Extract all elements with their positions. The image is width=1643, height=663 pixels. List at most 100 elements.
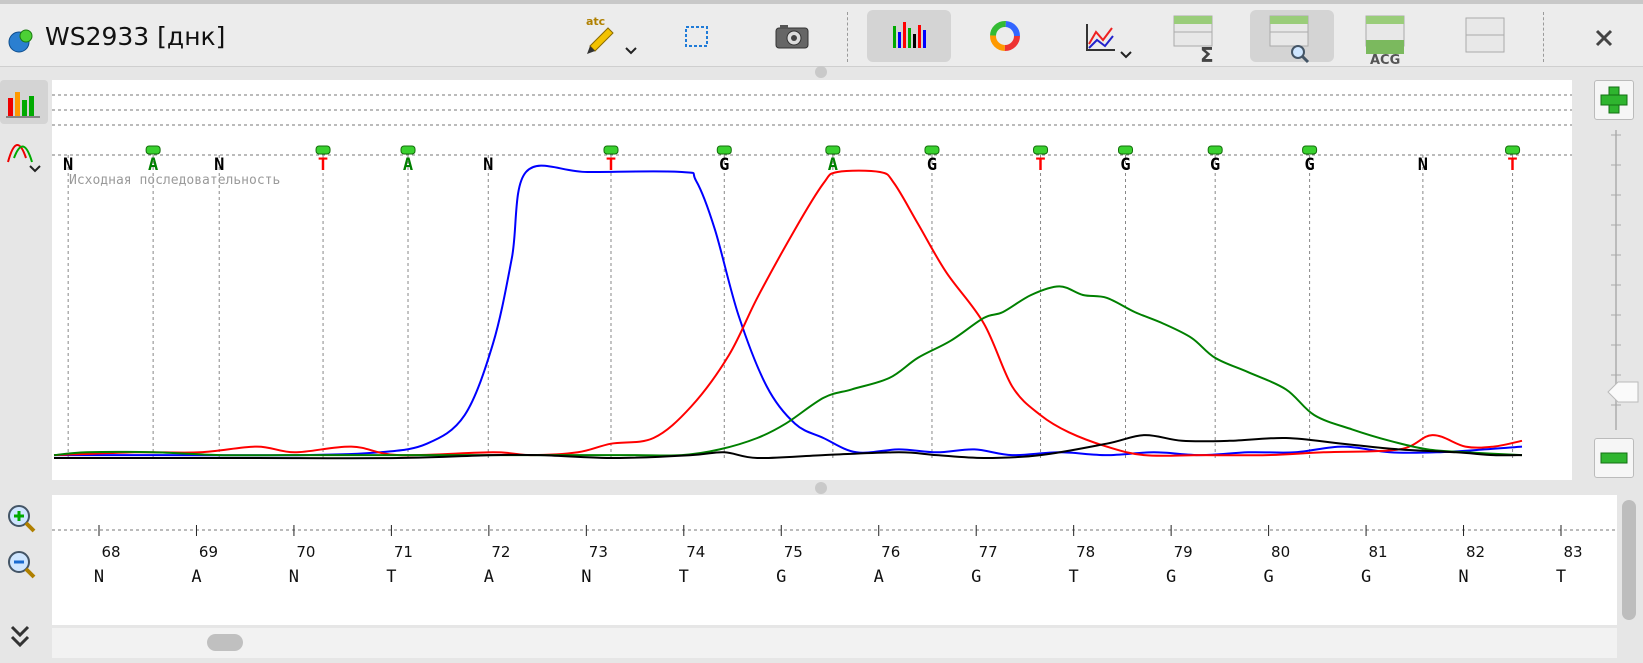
called-base-label[interactable]: T	[1507, 155, 1517, 175]
base-quality-marker[interactable]	[825, 145, 841, 155]
base-quality-marker[interactable]	[1505, 145, 1521, 155]
ruler-position-label: 77	[979, 543, 998, 561]
called-base-label[interactable]: N	[214, 155, 224, 175]
horizontal-scrollbar[interactable]	[52, 628, 1617, 658]
sequence-base-label[interactable]: G	[971, 567, 981, 587]
trace-caption: Исходная последовательность	[69, 173, 280, 188]
sequence-ruler-panel[interactable]: 68 N 69 A 70 N 71 T 72 A 73 N 74 T 75 G 76 A 77 G 78 T 79 G 80 G 8…	[52, 495, 1617, 625]
sequence-base-label[interactable]: G	[1263, 567, 1273, 587]
base-quality-marker[interactable]	[1207, 145, 1223, 155]
chart-icon	[1086, 24, 1132, 59]
sequence-base-label[interactable]: T	[679, 567, 689, 587]
sequence-base-label[interactable]: N	[94, 567, 104, 587]
magnify-panel-icon	[1269, 15, 1310, 64]
add-trace-button[interactable]	[1594, 80, 1634, 120]
panel-resize-handle[interactable]	[815, 66, 827, 78]
bars-view-button[interactable]	[0, 80, 48, 124]
base-quality-marker[interactable]	[924, 145, 940, 155]
zoom-in-button[interactable]	[2, 500, 46, 540]
called-base-label[interactable]: N	[483, 155, 493, 175]
called-base-label[interactable]: A	[148, 155, 158, 175]
called-base-label[interactable]: T	[1035, 155, 1045, 175]
select-region-button[interactable]	[672, 10, 722, 62]
double-chevron-down-icon	[10, 625, 30, 648]
called-bases: NANTANTGAGTGGGNT	[63, 145, 1521, 175]
zoom-out-button[interactable]	[2, 546, 46, 586]
sequence-base-label[interactable]: T	[1556, 567, 1566, 587]
graph-options-button[interactable]	[1077, 10, 1141, 62]
called-base-label[interactable]: N	[1418, 155, 1428, 175]
ruler-position-label: 82	[1466, 543, 1485, 561]
curve-view-button[interactable]	[0, 132, 48, 176]
color-wheel-button[interactable]	[975, 10, 1035, 62]
sequence-base-label[interactable]: A	[191, 567, 201, 587]
base-quality-marker[interactable]	[1302, 145, 1318, 155]
called-base-label[interactable]: G	[1210, 155, 1220, 175]
called-base-label[interactable]: G	[927, 155, 937, 175]
base-quality-marker[interactable]	[1117, 145, 1133, 155]
remove-trace-button[interactable]	[1594, 438, 1634, 478]
base-quality-marker[interactable]	[315, 145, 331, 155]
chromatogram-view-button[interactable]	[867, 10, 951, 62]
ruler-position-label: 71	[394, 543, 413, 561]
ruler-position-label: 74	[686, 543, 705, 561]
called-base-label[interactable]: T	[606, 155, 616, 175]
sequence-base-label[interactable]: A	[484, 567, 494, 587]
sequence-base-label[interactable]: G	[1166, 567, 1176, 587]
sequence-base-label[interactable]: N	[1458, 567, 1468, 587]
window-title: WS2933 [днк]	[45, 22, 226, 51]
dashed-guides	[52, 94, 1572, 156]
called-base-label[interactable]: G	[719, 155, 729, 175]
ruler-position-label: 69	[199, 543, 218, 561]
base-quality-marker[interactable]	[603, 145, 619, 155]
horizontal-scroll-thumb[interactable]	[207, 634, 243, 651]
zoom-in-icon	[8, 505, 36, 533]
called-base-label[interactable]: A	[828, 155, 838, 175]
panel-resize-handle[interactable]	[815, 482, 827, 494]
zoom-panel-button[interactable]	[1250, 10, 1334, 64]
acg-panel-button[interactable]: ACG	[1360, 10, 1420, 68]
ruler-position-label: 75	[784, 543, 803, 561]
vertical-scroll-thumb[interactable]	[1622, 500, 1636, 620]
base-quality-marker[interactable]	[145, 145, 161, 155]
sequence-base-label[interactable]: G	[1361, 567, 1371, 587]
pencil-atc-icon: atc	[586, 15, 637, 55]
called-base-label[interactable]: N	[63, 155, 73, 175]
annotate-button[interactable]: atc	[578, 10, 642, 62]
ruler-position-label: 80	[1271, 543, 1290, 561]
sequence-base-label[interactable]: A	[874, 567, 884, 587]
ruler-position-label: 81	[1369, 543, 1388, 561]
sequence-base-label[interactable]: T	[386, 567, 396, 587]
svg-text:Σ: Σ	[1200, 43, 1214, 66]
sequence-base-label[interactable]: T	[1069, 567, 1079, 587]
curve-icon	[7, 144, 41, 173]
sequence-base-label[interactable]: G	[776, 567, 786, 587]
sequence-globe-icon	[8, 29, 33, 53]
close-icon[interactable]	[1590, 24, 1618, 52]
ruler-position-label: 76	[881, 543, 900, 561]
vertical-scale-slider[interactable]	[1590, 130, 1640, 430]
snapshot-button[interactable]	[765, 10, 819, 62]
base-quality-marker[interactable]	[400, 145, 416, 155]
chromatogram-panel[interactable]: Исходная последовательность N A N T A N T G A G T G…	[52, 80, 1572, 480]
called-base-label[interactable]: T	[318, 155, 328, 175]
sequence-base-label[interactable]: N	[289, 567, 299, 587]
called-base-label[interactable]: A	[403, 155, 413, 175]
left-toolbar	[0, 70, 50, 663]
sum-panel-button[interactable]: Σ	[1170, 10, 1222, 67]
ruler-position-label: 78	[1076, 543, 1095, 561]
trace-c	[54, 164, 1523, 457]
base-quality-marker[interactable]	[1033, 145, 1049, 155]
ruler-position-label: 68	[101, 543, 120, 561]
called-base-label[interactable]: G	[1304, 155, 1314, 175]
ruler-position-label: 79	[1174, 543, 1193, 561]
called-base-label[interactable]: G	[1120, 155, 1130, 175]
base-quality-marker[interactable]	[716, 145, 732, 155]
expand-button[interactable]	[2, 615, 42, 655]
base-position-lines	[67, 155, 1514, 460]
vertical-scrollbar[interactable]	[1620, 500, 1638, 620]
sequence-base-label[interactable]: N	[581, 567, 591, 587]
camera-icon	[775, 25, 809, 49]
panel-button[interactable]	[1460, 10, 1510, 62]
bar-chart-icon	[6, 92, 40, 118]
